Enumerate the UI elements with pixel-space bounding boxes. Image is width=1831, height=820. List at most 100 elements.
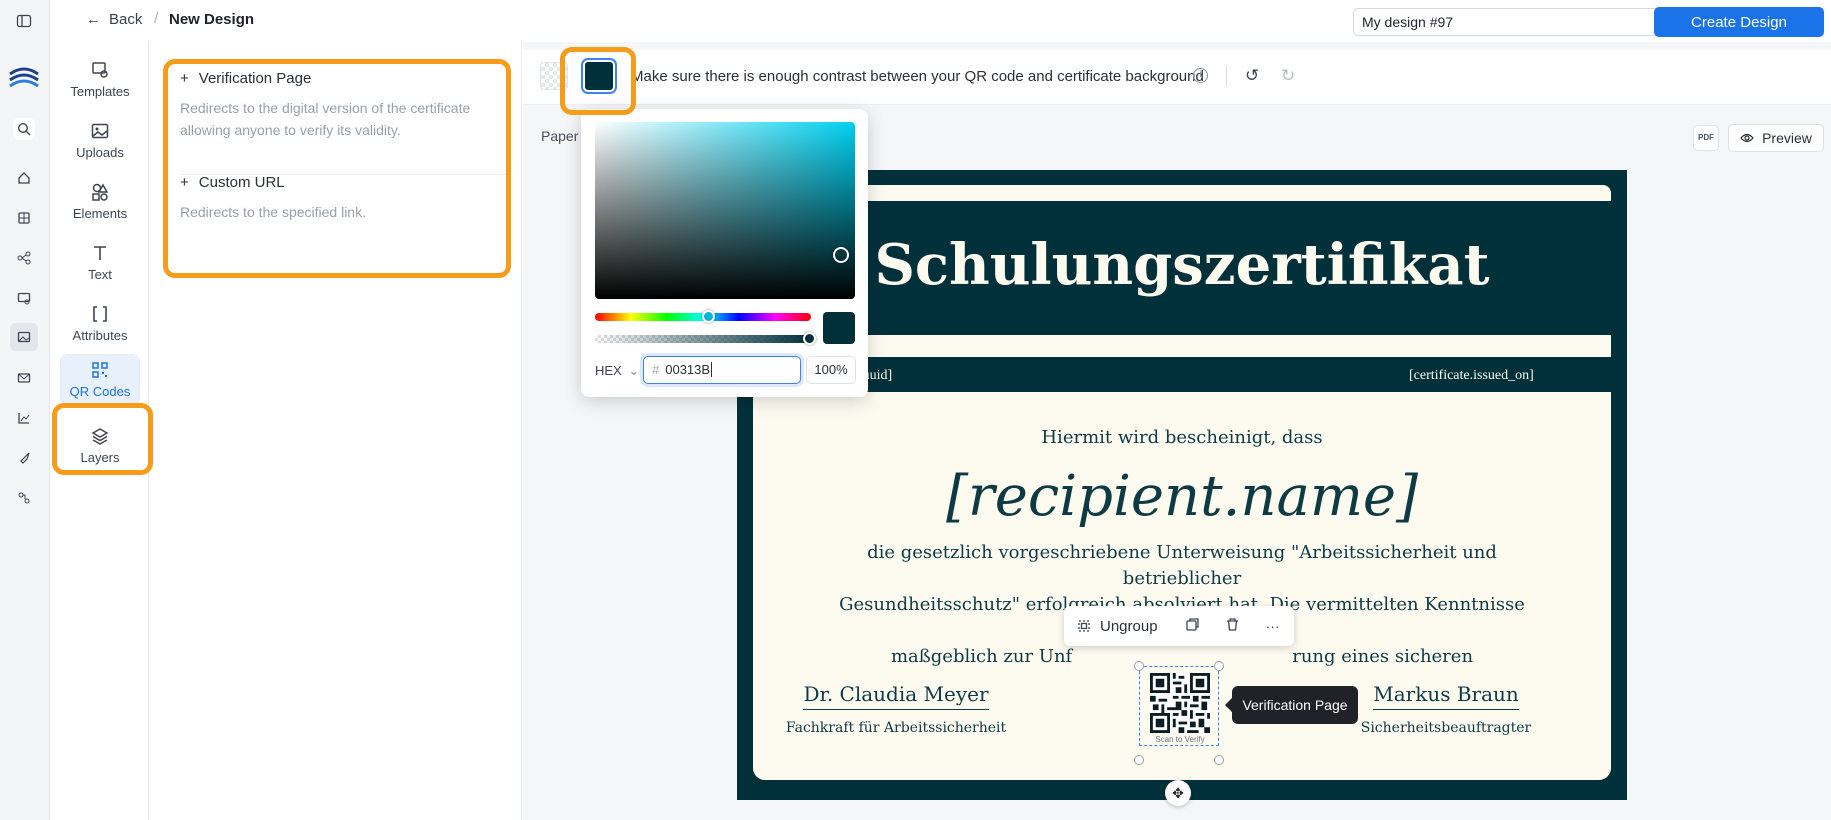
certificate-title[interactable]: Schulungszertifikat	[737, 232, 1627, 298]
elements-icon	[92, 183, 109, 201]
tool-attributes[interactable]: Attributes	[51, 296, 149, 356]
tool-label: Text	[88, 267, 112, 282]
certificate-issued-on[interactable]: [certificate.issued_on]	[1409, 368, 1534, 384]
templates-icon	[92, 62, 108, 78]
home-icon[interactable]	[13, 167, 35, 189]
tool-uploads[interactable]: Uploads	[51, 113, 149, 173]
background-color-swatch[interactable]	[540, 62, 568, 90]
grid-icon[interactable]	[13, 207, 35, 229]
tool-text[interactable]: Text	[51, 235, 149, 295]
brand-logo[interactable]	[7, 64, 41, 94]
signer-role: Fachkraft für Arbeitssicherheit	[785, 720, 1007, 736]
info-icon[interactable]: i	[1193, 68, 1208, 83]
sidebar-toggle-icon[interactable]	[13, 10, 35, 32]
create-design-button[interactable]: Create Design	[1654, 7, 1824, 37]
eye-icon	[1740, 133, 1754, 143]
chart-icon[interactable]	[13, 407, 35, 429]
tool-label: Elements	[72, 206, 128, 221]
option-title: Custom URL	[198, 174, 285, 191]
qr-code-element[interactable]: Scan to Verify	[1139, 666, 1219, 746]
mail-icon[interactable]	[13, 367, 35, 389]
paragraph-line: die gesetzlich vorgeschriebene Unterweis…	[867, 542, 1497, 589]
paragraph-line: maßgeblich zur Unf	[890, 646, 1073, 667]
certificate-paragraph[interactable]: die gesetzlich vorgeschriebene Unterweis…	[813, 540, 1551, 670]
back-button[interactable]: ← Back	[86, 11, 142, 28]
format-label: HEX	[595, 363, 622, 378]
breadcrumb-separator: /	[154, 10, 159, 27]
signature-right[interactable]: Markus Braun Sicherheitsbeauftragter	[1356, 682, 1536, 736]
resize-handle[interactable]	[1134, 661, 1144, 671]
option-custom-url[interactable]: + Custom URL Redirects to the specified …	[180, 174, 490, 223]
alpha-input[interactable]: 100%	[806, 356, 856, 384]
hex-value: 00313B	[665, 362, 711, 377]
ungroup-button[interactable]: Ungroup	[1076, 618, 1158, 635]
contrast-hint: Make sure there is enough contrast betwe…	[631, 68, 1204, 85]
qr-color-swatch[interactable]	[583, 60, 615, 92]
certificate-strip	[753, 335, 1611, 357]
back-label: Back	[109, 11, 143, 28]
qr-code-icon	[92, 362, 108, 378]
qr-options-panel: + Verification Page Redirects to the dig…	[150, 42, 522, 820]
duplicate-icon[interactable]	[1178, 617, 1208, 635]
certificate-intro[interactable]: Hiermit wird bescheinigt, dass	[753, 427, 1611, 448]
design-name-input[interactable]	[1353, 8, 1679, 36]
tool-templates[interactable]: Templates	[51, 52, 149, 112]
ungroup-icon	[1078, 620, 1090, 632]
resize-handle[interactable]	[1214, 661, 1224, 671]
certificate-top-band	[753, 185, 1611, 201]
resize-handle[interactable]	[1214, 755, 1224, 765]
page-title: New Design	[169, 11, 255, 28]
color-format-select[interactable]: HEX ⌄	[595, 363, 639, 379]
toolbar-divider	[1226, 66, 1227, 86]
preview-button[interactable]: Preview	[1728, 124, 1824, 152]
tool-qr-codes[interactable]: QR Codes	[60, 354, 140, 406]
integration-icon[interactable]	[13, 487, 35, 509]
preview-label: Preview	[1762, 130, 1812, 146]
element-floating-toolbar: Ungroup ···	[1064, 606, 1294, 646]
hex-input[interactable]: #00313B	[643, 356, 801, 384]
paragraph-line: rung eines sicheren	[1292, 646, 1474, 667]
layers-icon	[91, 428, 109, 445]
plus-icon: +	[180, 174, 189, 191]
signature-left[interactable]: Dr. Claudia Meyer Fachkraft für Arbeitss…	[780, 682, 1012, 736]
ungroup-label: Ungroup	[1100, 617, 1158, 635]
plus-icon: +	[180, 70, 189, 87]
pdf-icon[interactable]: PDF	[1693, 125, 1719, 151]
alpha-slider[interactable]	[595, 335, 811, 343]
move-handle-icon[interactable]: ✥	[1165, 780, 1191, 806]
recipient-name[interactable]: [recipient.name]	[753, 464, 1611, 529]
more-options-icon[interactable]: ···	[1258, 618, 1288, 634]
option-verification-page[interactable]: + Verification Page Redirects to the dig…	[180, 70, 490, 141]
tool-label: Layers	[80, 450, 120, 465]
qr-type-tooltip: Verification Page	[1225, 686, 1358, 724]
signer-name: Markus Braun	[1373, 682, 1519, 710]
saturation-cursor[interactable]	[833, 247, 849, 263]
workflow-icon[interactable]	[13, 247, 35, 269]
alpha-slider-thumb[interactable]	[803, 332, 816, 345]
arrow-left-icon: ←	[86, 11, 101, 28]
text-icon	[94, 246, 106, 260]
rocket-icon[interactable]	[13, 447, 35, 469]
resize-handle[interactable]	[1134, 755, 1144, 765]
undo-icon[interactable]: ↺	[1245, 66, 1259, 86]
signer-name: Dr. Claudia Meyer	[803, 682, 989, 710]
color-picker-popover: HEX ⌄ #00313B 100%	[581, 109, 868, 397]
color-preview-swatch	[823, 312, 855, 344]
option-description: Redirects to the specified link.	[180, 204, 366, 220]
hash-symbol: #	[652, 362, 660, 377]
tool-elements[interactable]: Elements	[51, 174, 149, 234]
hue-slider-thumb[interactable]	[702, 310, 715, 323]
image-icon[interactable]	[10, 323, 38, 351]
paper-label[interactable]: Paper	[541, 128, 578, 144]
saturation-value-area[interactable]	[595, 122, 855, 299]
tool-label: Uploads	[76, 145, 124, 160]
tool-label: Templates	[70, 84, 130, 99]
tool-layers[interactable]: Layers	[51, 418, 149, 478]
certificate-icon[interactable]	[13, 287, 35, 309]
trash-icon[interactable]	[1218, 617, 1248, 635]
search-icon[interactable]	[13, 118, 35, 140]
qr-code-image	[1150, 673, 1210, 733]
option-description: Redirects to the digital version of the …	[180, 100, 471, 138]
redo-icon[interactable]: ↻	[1281, 66, 1295, 86]
uploads-icon	[91, 123, 109, 139]
